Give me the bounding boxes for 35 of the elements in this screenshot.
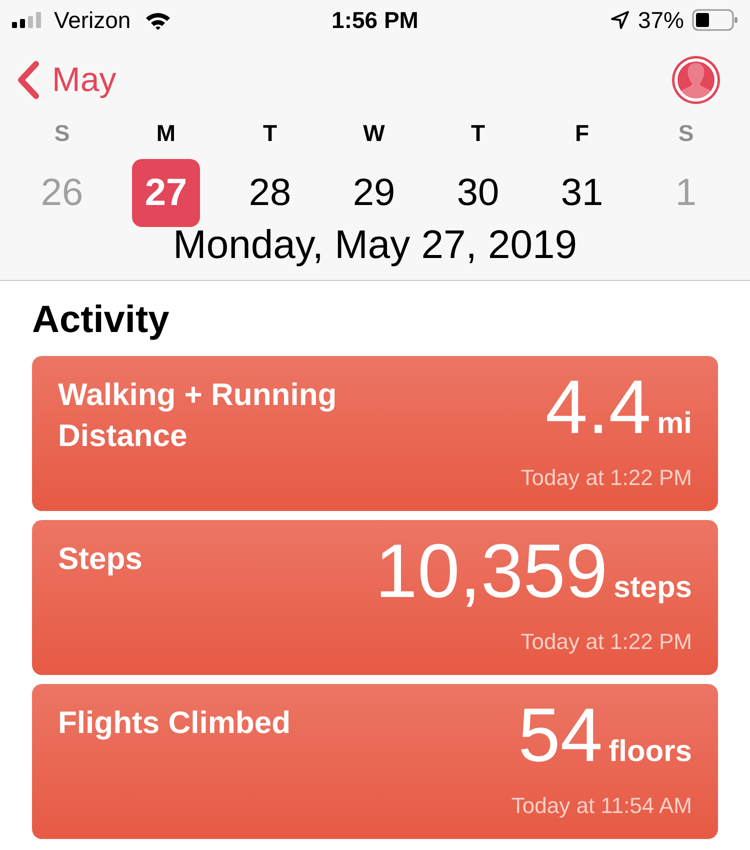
card-value: 54 — [518, 696, 603, 776]
card-timestamp: Today at 11:54 AM — [510, 793, 692, 819]
card-timestamp: Today at 1:22 PM — [520, 465, 692, 491]
activity-card[interactable]: Steps 10,359 steps Today at 1:22 PM — [32, 520, 718, 675]
carrier-name: Verizon — [54, 6, 131, 34]
card-unit: mi — [656, 407, 692, 441]
date-button[interactable]: 26 — [28, 159, 96, 227]
status-time: 1:56 PM — [330, 6, 420, 34]
card-timestamp: Today at 1:22 PM — [520, 629, 692, 655]
weekday-label: S — [54, 120, 70, 147]
profile-icon[interactable] — [670, 54, 722, 106]
card-value: 10,359 — [375, 532, 608, 612]
back-chevron-icon[interactable] — [16, 60, 40, 100]
date-button[interactable]: 27 — [132, 159, 200, 227]
wifi-icon — [144, 10, 171, 30]
battery-percent: 37% — [638, 6, 684, 34]
weekday-label: W — [363, 120, 385, 147]
battery-icon — [692, 9, 738, 31]
weekday-label: T — [262, 120, 278, 147]
weekday-label: M — [156, 120, 176, 147]
card-value: 4.4 — [545, 368, 651, 448]
weekday-label: F — [574, 120, 590, 147]
card-title: Steps — [58, 540, 144, 578]
card-title: Walking + Running Distance — [58, 376, 338, 455]
weekday-label: T — [470, 120, 486, 147]
activity-card[interactable]: Flights Climbed 54 floors Today at 11:54 AM — [32, 684, 718, 839]
back-button[interactable]: May — [16, 60, 116, 100]
location-arrow-icon — [610, 10, 630, 30]
section-title: Activity — [32, 299, 170, 342]
date-button[interactable]: 1 — [652, 159, 720, 227]
card-unit: steps — [614, 571, 692, 605]
card-unit: floors — [608, 735, 692, 769]
weekday-label: S — [678, 120, 694, 147]
card-title: Flights Climbed — [58, 704, 292, 742]
activity-card[interactable]: Walking + Running Distance 4.4 mi Today at 1:22 PM — [32, 356, 718, 511]
